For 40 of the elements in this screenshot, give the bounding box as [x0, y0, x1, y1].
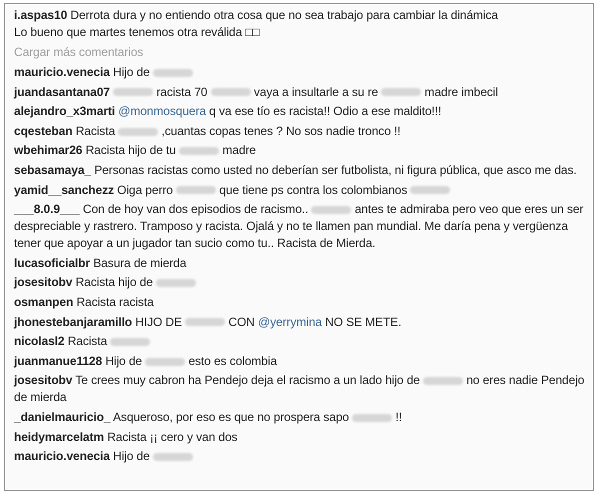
comment-text: q va ese tío es racista!! Odio a ese maldito!!! [209, 104, 442, 118]
comment-text: ___8.0.9___ Con de hoy van dos episodios de racismo.. antes te admiraba pero veo que eres un ser despreciable y rastrero. Tramposo y racista. Ojalá y no te llamen pan mundial. Me daría pena y vergüenza tener que apoyar a un jugador tan sucio como tu.. Racista de Mierda. [14, 201, 584, 252]
comment-text: Hijo de [113, 65, 193, 79]
comment-text: NO SE METE. [325, 314, 402, 329]
username-link[interactable]: josesitobv [14, 275, 72, 290]
comment-text: Basura de mierda [93, 256, 186, 270]
comment-text: racista 70 vaya a insultarle a su re madre imbecil [113, 84, 498, 99]
comment-text: Racista ¡¡ cero y van dos [107, 430, 238, 444]
comment-text: Hijo de [113, 449, 193, 464]
username-link[interactable]: cqesteban [14, 124, 72, 138]
username-link[interactable]: mauricio.venecia [14, 65, 110, 79]
comment-text: Racista hijo de [76, 275, 196, 290]
username-link[interactable]: osmanpen [14, 294, 74, 309]
username-link[interactable]: jhonestebanjaramillo [14, 314, 132, 329]
comment-text: Racista hijo de tu madre [86, 143, 256, 158]
username-link[interactable]: alejandro_x3marti [14, 104, 116, 118]
username-link[interactable]: _danielmauricio_ [14, 410, 110, 424]
comment-text: HIJO DE [135, 314, 182, 329]
comment-text: i.aspas10 Derrota dura y no entiendo otra cosa que no sea trabajo para cambiar la dinámica Lo bueno que martes tenemos otra reválida □□ [14, 7, 499, 41]
comment-text: Personas racistas como usted no deberían ser futbolista, ni figura pública, que asco me das. [94, 162, 577, 177]
username-link[interactable]: juandasantana07 [14, 84, 110, 99]
comment-text: Racista ,cuantas copas tenes ? No sos nadie tronco !! [76, 124, 400, 138]
username-link[interactable]: mauricio.venecia [14, 449, 110, 464]
username-link[interactable]: yamid__sanchezz [14, 182, 114, 197]
mention-link[interactable]: @yerrymina [258, 314, 322, 329]
username-link[interactable]: juanmanue1128 [14, 354, 102, 368]
username-link[interactable]: sebasamaya_ [14, 162, 91, 177]
mention-link[interactable]: @monmosquera [118, 104, 206, 118]
blurred-word [185, 318, 226, 326]
comment-text: CON [228, 314, 255, 329]
comment-text: Hijo de esto es colombia [105, 354, 277, 368]
comment-text: josesitobv Te crees muy cabron ha Pendejo deja el racismo a un lado hijo de no eres nadie Pendejo de mierda [14, 372, 586, 406]
username-link[interactable]: lucasoficialbr [14, 256, 90, 270]
username-link[interactable]: wbehimar26 [14, 143, 82, 158]
comment-text: Racista [68, 334, 150, 348]
comment-text: Asqueroso, por eso es que no prospera sapo !! [113, 410, 402, 424]
comment-text: Oiga perro que tiene ps contra los colombianos [117, 182, 450, 197]
username-link[interactable]: nicolasl2 [14, 334, 64, 348]
comment-text: Racista racista [76, 294, 154, 309]
username-link[interactable]: heidymarcelatm [14, 430, 104, 444]
